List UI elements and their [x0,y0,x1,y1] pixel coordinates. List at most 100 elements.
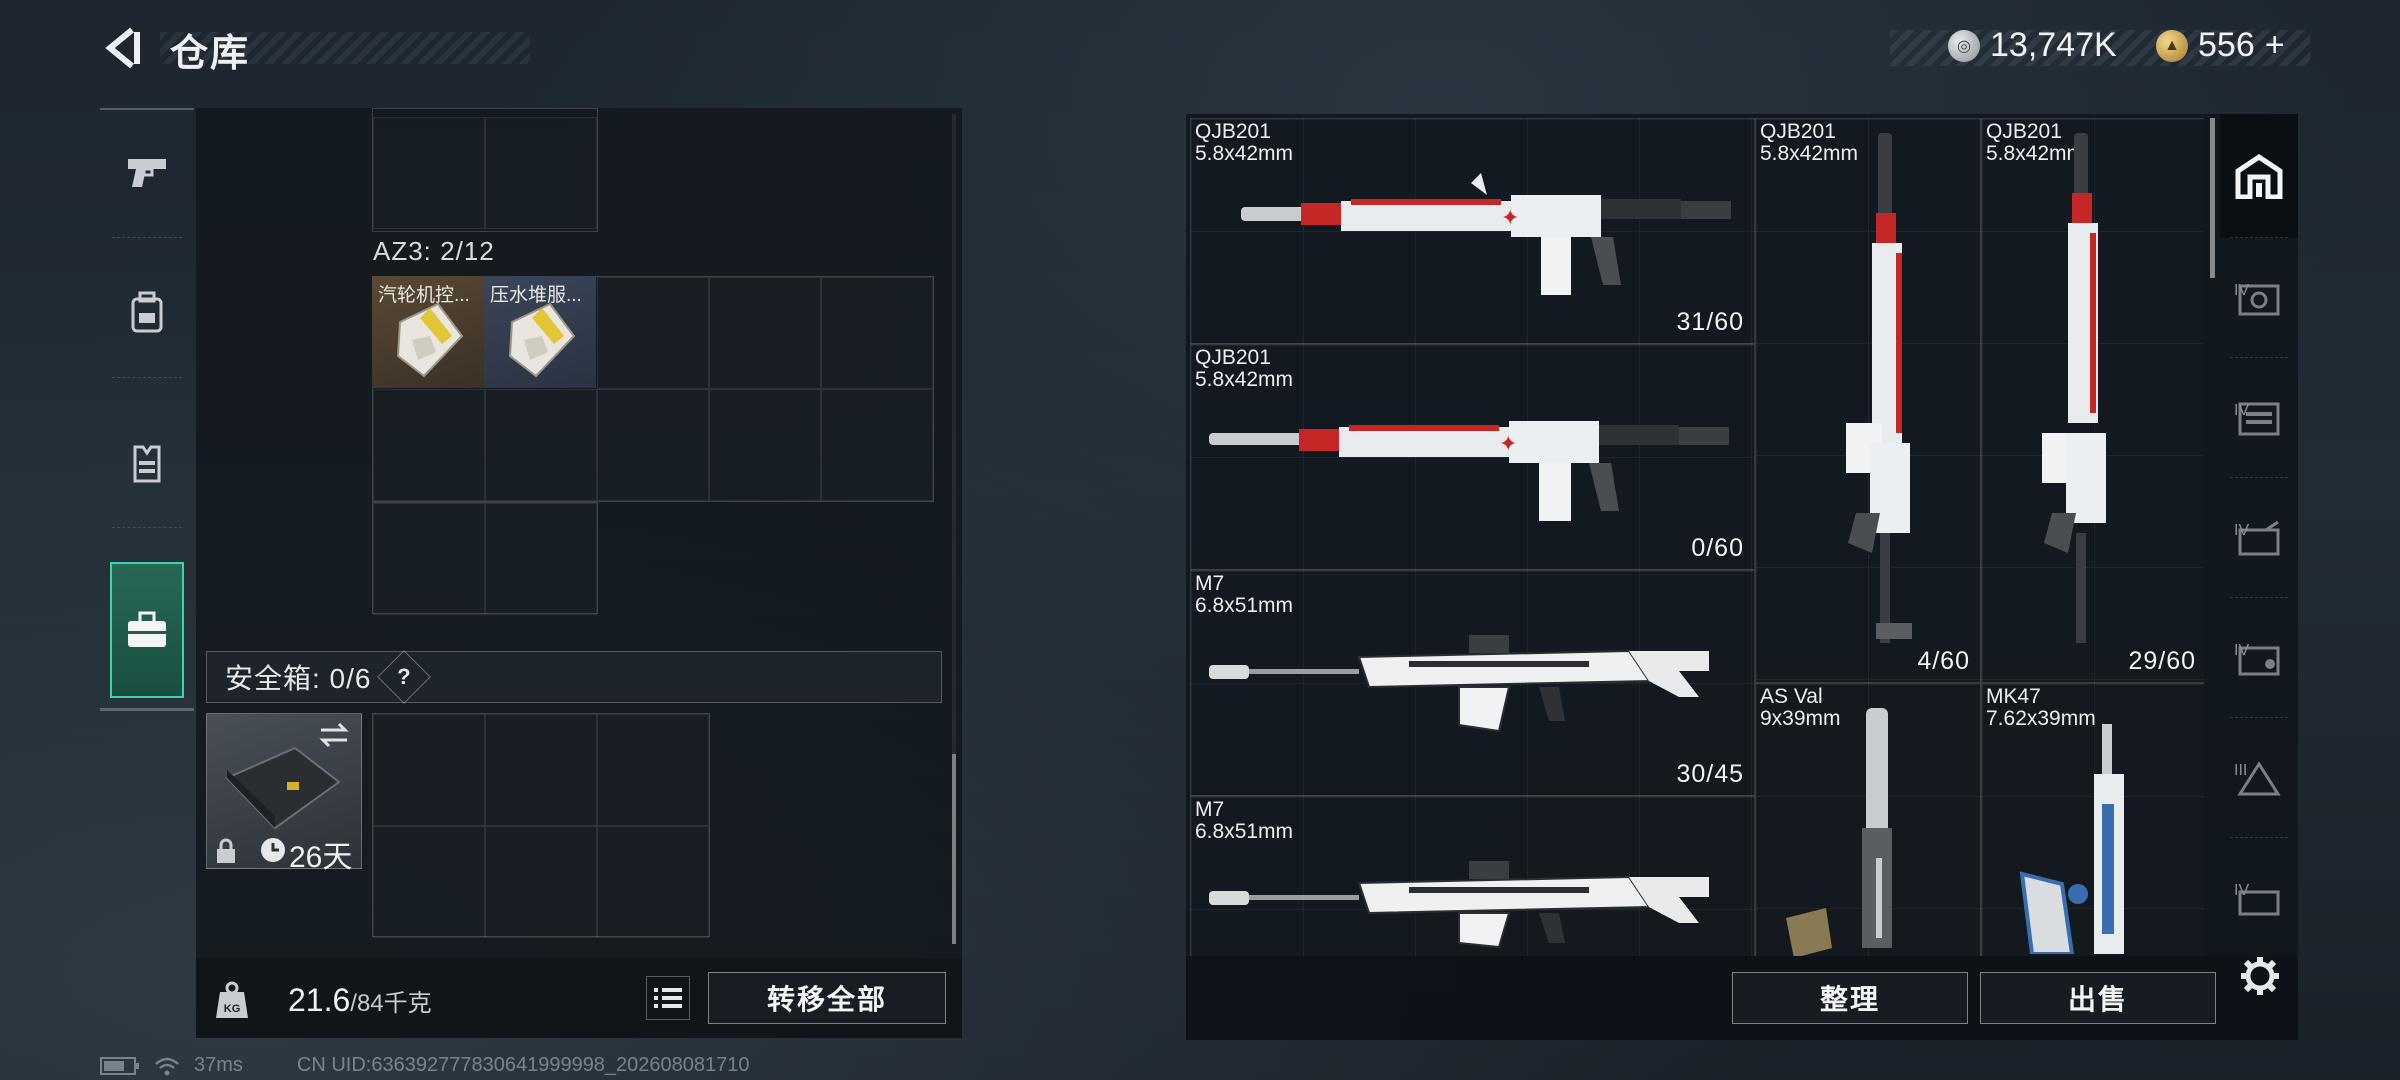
weight-max: /84千克 [350,990,432,1017]
carry-weight: 21.6/84千克 [288,982,432,1019]
grid-cell[interactable] [373,389,485,501]
qjb201-rifle-vertical-icon [2042,133,2106,643]
ammo-count: 0/60 [1691,534,1744,562]
safe-box-days: 26天 [289,841,353,874]
rail-bottom-line [100,708,194,711]
uid-text: CN UID:636392777830641999998_20260808171… [296,1054,750,1076]
qjb201-rifle-icon: ✦ [1209,421,1729,521]
rail-item-weapons[interactable] [100,108,194,238]
weapon-item[interactable]: QJB201 5.8x42mm ✦ 31/60 [1190,118,1755,344]
weapon-name: M7 6.8x51mm [1195,572,1294,617]
gold-amount: 556 [2198,26,2255,64]
gear-icon [2241,957,2279,995]
warehouse-tab-rail: IV IV IV IV III IV [2220,114,2298,954]
grid-cell[interactable] [709,389,821,501]
weight-current: 21.6 [288,982,351,1018]
safe-box-item[interactable]: 26天 [206,713,362,874]
kg-label: KG [224,1003,241,1015]
weapon-name: M7 6.8x51mm [1195,798,1294,843]
grid-cell[interactable] [597,714,709,826]
wifi-icon [155,1057,179,1075]
weapon-item[interactable]: M7 6.8x51mm 30/45 [1190,570,1755,796]
inventory-item[interactable]: 汽轮机控... [372,276,484,388]
grid-cell[interactable] [597,826,709,938]
inventory-scrollbar[interactable] [952,114,956,944]
m7-rifle-icon [1209,635,1709,733]
weight-icon: KG [212,980,252,1020]
add-currency-button[interactable]: + [2265,26,2285,65]
rail-item-containers[interactable] [110,562,184,698]
weapon-item[interactable]: QJB201 5.8x42mm 4/60 [1755,118,1981,683]
silver-amount: 13,747K [1990,26,2117,64]
svg-text:✦: ✦ [1501,206,1519,231]
grid-cell[interactable] [373,503,485,615]
backpack-icon [131,291,163,333]
grid-cell[interactable] [373,826,485,938]
grid-cell[interactable] [373,117,485,229]
scrollbar-thumb[interactable] [952,754,956,944]
ammo-count: 29/60 [2128,647,2196,675]
tab-storage-6[interactable]: IV [2220,838,2298,958]
list-icon [654,988,682,1008]
grid-cell[interactable] [485,714,597,826]
grid-cell[interactable] [485,389,597,501]
lock-icon [217,838,235,863]
help-button[interactable]: ? [377,650,432,704]
vest-icon [133,445,161,483]
rail-item-armor[interactable] [100,398,194,528]
tab-storage-2[interactable]: IV [2220,358,2298,478]
sell-button[interactable]: 出售 [1980,972,2216,1024]
weapon-item[interactable]: QJB201 5.8x42mm 29/60 [1981,118,2204,683]
grid-cell[interactable] [485,117,597,229]
tab-warehouse[interactable] [2220,114,2298,238]
inventory-item[interactable]: 压水堆服... [484,276,596,388]
sort-button[interactable]: 整理 [1732,972,1968,1024]
weapon-grid: QJB2015.8x42mm ✦ 31/60 QJB2015.8x42mm [1190,118,2204,956]
supply-pack-icon [396,302,464,378]
list-view-button[interactable] [646,976,690,1020]
safe-case-icon [225,746,341,830]
tab-storage-4[interactable]: IV [2220,598,2298,718]
weapon-name: QJB201 5.8x42mm [1195,346,1294,391]
tab-storage-3[interactable]: IV [2220,478,2298,598]
grid-cell[interactable] [485,503,597,615]
tier-label: IV [2234,282,2250,299]
grid-cell[interactable] [821,277,933,389]
swap-arrows-icon[interactable] [317,722,351,748]
weapon-item[interactable]: AS Val 9x39mm [1755,683,1981,956]
safe-box-header: 安全箱: 0/6 ? [206,650,942,704]
grid-cell[interactable] [485,826,597,938]
tier-label: IV [2234,882,2250,899]
qjb201-rifle-icon: ✦ [1241,173,1731,295]
ammo-count: 30/45 [1676,760,1744,788]
back-button[interactable] [100,26,144,70]
grid-cell[interactable] [373,714,485,826]
as-val-rifle-icon [1786,708,1892,956]
tab-storage-1[interactable]: IV [2220,238,2298,358]
clock-icon [261,838,285,862]
grid-cell[interactable] [821,389,933,501]
category-rail [100,108,194,708]
transfer-all-button[interactable]: 转移全部 [708,972,946,1024]
tier-label: IV [2234,522,2250,539]
az3-grid-lower [372,502,598,615]
weapon-item[interactable]: M7 6.8x51mm [1190,796,1755,956]
tier-label: III [2234,762,2248,779]
grid-cell[interactable] [709,277,821,389]
weapon-item[interactable]: MK47 7.62x39mm [1981,683,2204,956]
rail-item-backpacks[interactable] [100,248,194,378]
item-name: 压水堆服... [490,285,582,306]
safe-box-grid [372,713,710,938]
tier-label: IV [2234,642,2250,659]
settings-button[interactable] [2236,952,2284,1000]
weapon-name: QJB201 5.8x42mm [1195,120,1294,165]
ammo-count: 4/60 [1917,647,1970,675]
grid-cell[interactable] [597,277,709,389]
tab-storage-5[interactable]: III [2220,718,2298,838]
gold-currency[interactable]: ▲ 556 + [2156,26,2285,65]
weapon-item[interactable]: QJB201 5.8x42mm ✦ 0/60 [1190,344,1755,570]
silver-currency: ◎ 13,747K [1948,26,2117,65]
status-bar: 37ms CN UID:636392777830641999998_202608… [100,1054,750,1077]
warehouse-scrollbar[interactable] [2210,118,2215,278]
grid-cell[interactable] [597,389,709,501]
